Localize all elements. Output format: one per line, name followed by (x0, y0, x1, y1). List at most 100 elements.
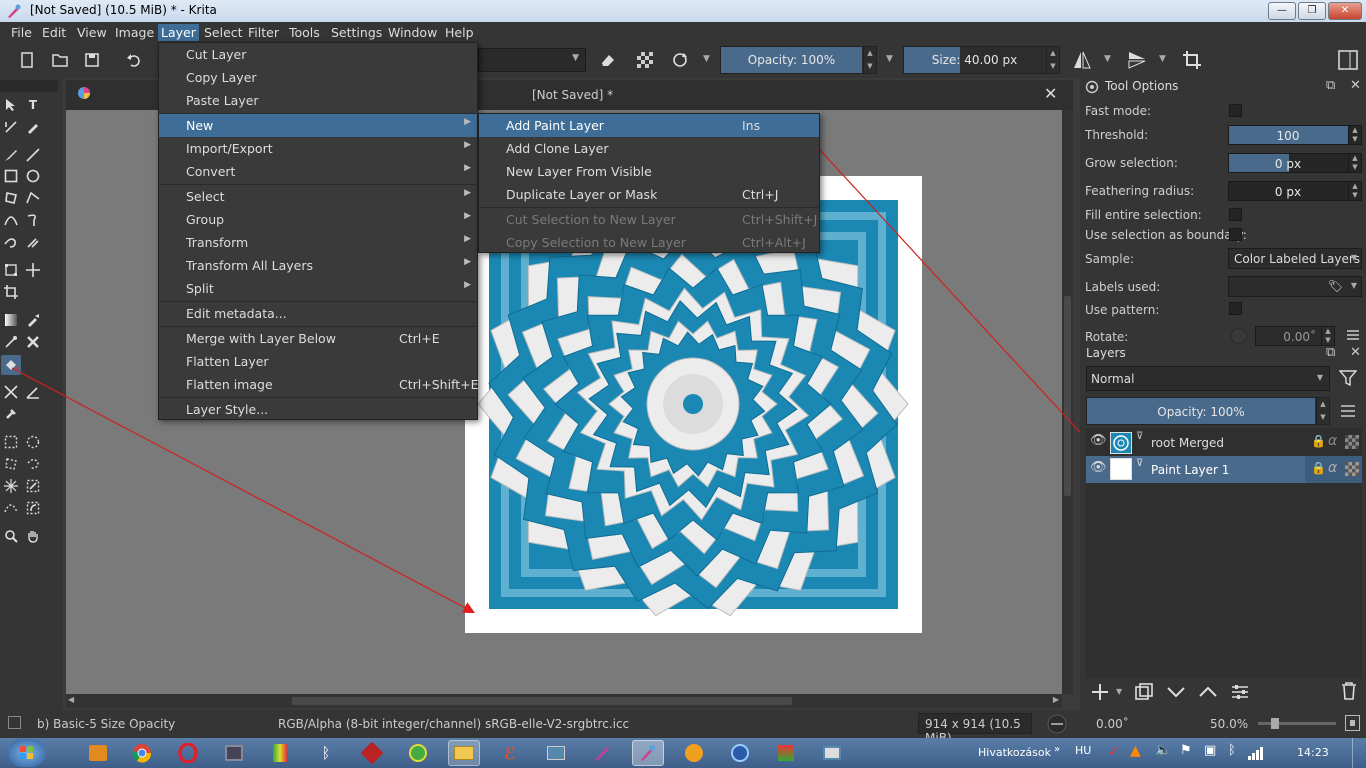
brush-preset-combo[interactable]: ▼ (478, 48, 586, 72)
use-boundary-checkbox[interactable] (1229, 228, 1242, 241)
chrome-icon[interactable] (126, 740, 158, 766)
mirror-vertical-icon[interactable] (1125, 49, 1149, 71)
app-icon[interactable] (586, 740, 618, 766)
menu-edit[interactable]: Edit (39, 24, 69, 41)
app-icon[interactable] (218, 740, 250, 766)
move-layer-up-icon[interactable] (1198, 684, 1218, 700)
menu-image[interactable]: Image (112, 24, 157, 41)
layer-opacity-slider[interactable]: Opacity: 100% ▲ ▼ (1086, 397, 1330, 425)
fullscreen-icon[interactable] (1345, 715, 1360, 731)
reload-preset-icon[interactable] (668, 49, 692, 71)
rotation-dial-icon[interactable] (1045, 714, 1069, 734)
tray-icon[interactable]: ✓ (1108, 744, 1120, 760)
menu-help[interactable]: Help (442, 24, 477, 41)
layer-row-selected[interactable]: 👁 ⊽ Paint Layer 1 🔒 α (1086, 456, 1362, 483)
menu-item-edit-metadata[interactable]: Edit metadata... (159, 302, 477, 325)
gradient-tool-icon[interactable] (2, 311, 20, 329)
size-slider[interactable]: Size: 40.00 px ▲ ▼ (903, 46, 1060, 74)
polygon-tool-icon[interactable] (2, 189, 20, 207)
menu-item-import-export[interactable]: Import/Export ▶ (159, 137, 477, 160)
menu-item-add-clone-layer[interactable]: Add Clone Layer (479, 137, 819, 160)
magnetic-select-tool-icon[interactable] (24, 499, 42, 517)
alpha-lock-icon[interactable] (1345, 435, 1359, 449)
chevron-up-icon[interactable]: » (1054, 744, 1060, 755)
crop-tool-icon[interactable] (2, 283, 20, 301)
select-shapes-tool-icon[interactable] (2, 96, 20, 114)
freehand-select-tool-icon[interactable] (24, 455, 42, 473)
start-button[interactable] (8, 739, 46, 767)
grow-selection-slider[interactable]: 0 px ▲ ▼ (1228, 153, 1362, 173)
opera-icon[interactable] (172, 740, 204, 766)
float-docker-icon[interactable]: ⧉ (1326, 78, 1335, 93)
rect-select-tool-icon[interactable] (2, 433, 20, 451)
mirror-horizontal-icon[interactable] (1070, 49, 1094, 71)
language-indicator[interactable]: HU (1075, 744, 1091, 757)
zoom-tool-icon[interactable] (2, 527, 20, 545)
minimize-button[interactable]: — (1268, 2, 1296, 20)
delete-layer-icon[interactable] (1340, 681, 1358, 701)
maximize-button[interactable]: ❐ (1298, 2, 1326, 20)
transform-tool-icon[interactable] (2, 261, 20, 279)
tray-icon[interactable]: ▲ (1130, 743, 1141, 759)
alpha-lock-icon[interactable] (633, 49, 657, 71)
lock-icon[interactable]: 🔒 (1311, 434, 1326, 448)
speaker-icon[interactable]: 🔈 (1155, 743, 1171, 758)
freehand-path-tool-icon[interactable] (24, 211, 42, 229)
measure-tool-icon[interactable] (2, 383, 20, 401)
reference-tool-icon[interactable] (2, 405, 20, 423)
labels-used-combo[interactable]: 🏷 ▼ (1228, 276, 1362, 297)
menu-layer[interactable]: Layer (158, 24, 199, 41)
chevron-down-icon[interactable]: ▼ (886, 54, 893, 64)
menu-settings[interactable]: Settings (328, 24, 385, 41)
app-icon[interactable] (724, 740, 756, 766)
docker-layout-icon[interactable] (1336, 49, 1360, 71)
opacity-slider[interactable]: Opacity: 100% ▲ ▼ (720, 46, 877, 74)
chevron-down-icon[interactable]: ▼ (703, 54, 710, 64)
open-folder-icon[interactable] (48, 49, 72, 71)
threshold-slider[interactable]: 100 ▲ ▼ (1228, 125, 1362, 145)
menu-item-convert[interactable]: Convert ▶ (159, 160, 477, 183)
add-layer-icon[interactable] (1090, 682, 1110, 702)
menu-window[interactable]: Window (385, 24, 440, 41)
app-icon[interactable] (540, 740, 572, 766)
menu-item-add-paint-layer[interactable]: Add Paint Layer Ins (479, 114, 819, 137)
menu-item-select[interactable]: Select ▶ (159, 185, 477, 208)
chevron-down-icon[interactable]: ▼ (1116, 687, 1122, 696)
menu-item-cut-layer[interactable]: Cut Layer (159, 43, 477, 66)
clock[interactable]: 14:23 (1297, 746, 1329, 759)
app-icon[interactable]: ℰ (494, 740, 526, 766)
menu-item-group[interactable]: Group ▶ (159, 208, 477, 231)
color-picker-tool-icon[interactable] (24, 311, 42, 329)
hamburger-icon[interactable] (1347, 330, 1359, 340)
chevron-down-icon[interactable]: ▼ (1104, 54, 1111, 64)
new-document-icon[interactable] (15, 49, 39, 71)
polygon-select-tool-icon[interactable] (2, 455, 20, 473)
network-signal-icon[interactable] (1248, 746, 1264, 760)
rectangle-tool-icon[interactable] (2, 167, 20, 185)
crop-wrap-icon[interactable] (1180, 49, 1204, 71)
dynamic-brush-tool-icon[interactable] (2, 233, 20, 251)
text-tool-icon[interactable]: T (24, 96, 42, 114)
pan-tool-icon[interactable] (24, 527, 42, 545)
fill-tool-icon[interactable] (1, 355, 21, 375)
polyline-tool-icon[interactable] (24, 189, 42, 207)
save-icon[interactable] (80, 49, 104, 71)
layer-row[interactable]: 👁 ⊽ root Merged 🔒 α (1086, 429, 1362, 456)
horizontal-scrollbar[interactable]: ◀ ▶ (66, 694, 1062, 708)
menu-item-merge-down[interactable]: Merge with Layer Below Ctrl+E (159, 327, 477, 350)
vertical-scrollbar[interactable] (1062, 110, 1073, 694)
menu-item-copy-layer[interactable]: Copy Layer (159, 66, 477, 89)
menu-item-split[interactable]: Split ▶ (159, 277, 477, 300)
file-explorer-icon[interactable] (448, 740, 480, 766)
calligraphy-tool-icon[interactable] (24, 118, 42, 136)
chevron-down-icon[interactable]: ▼ (1159, 54, 1166, 64)
menu-item-paste-layer[interactable]: Paste Layer (159, 89, 477, 112)
ellipse-select-tool-icon[interactable] (24, 433, 42, 451)
app-icon[interactable] (402, 740, 434, 766)
app-icon[interactable] (770, 740, 802, 766)
lock-icon[interactable]: 🔒 (1311, 461, 1326, 475)
flag-icon[interactable]: ⚑ (1180, 743, 1192, 758)
zoom-slider[interactable] (1258, 722, 1336, 725)
bluetooth-app-icon[interactable]: ᛒ (310, 740, 342, 766)
move-tool-icon[interactable] (24, 261, 42, 279)
